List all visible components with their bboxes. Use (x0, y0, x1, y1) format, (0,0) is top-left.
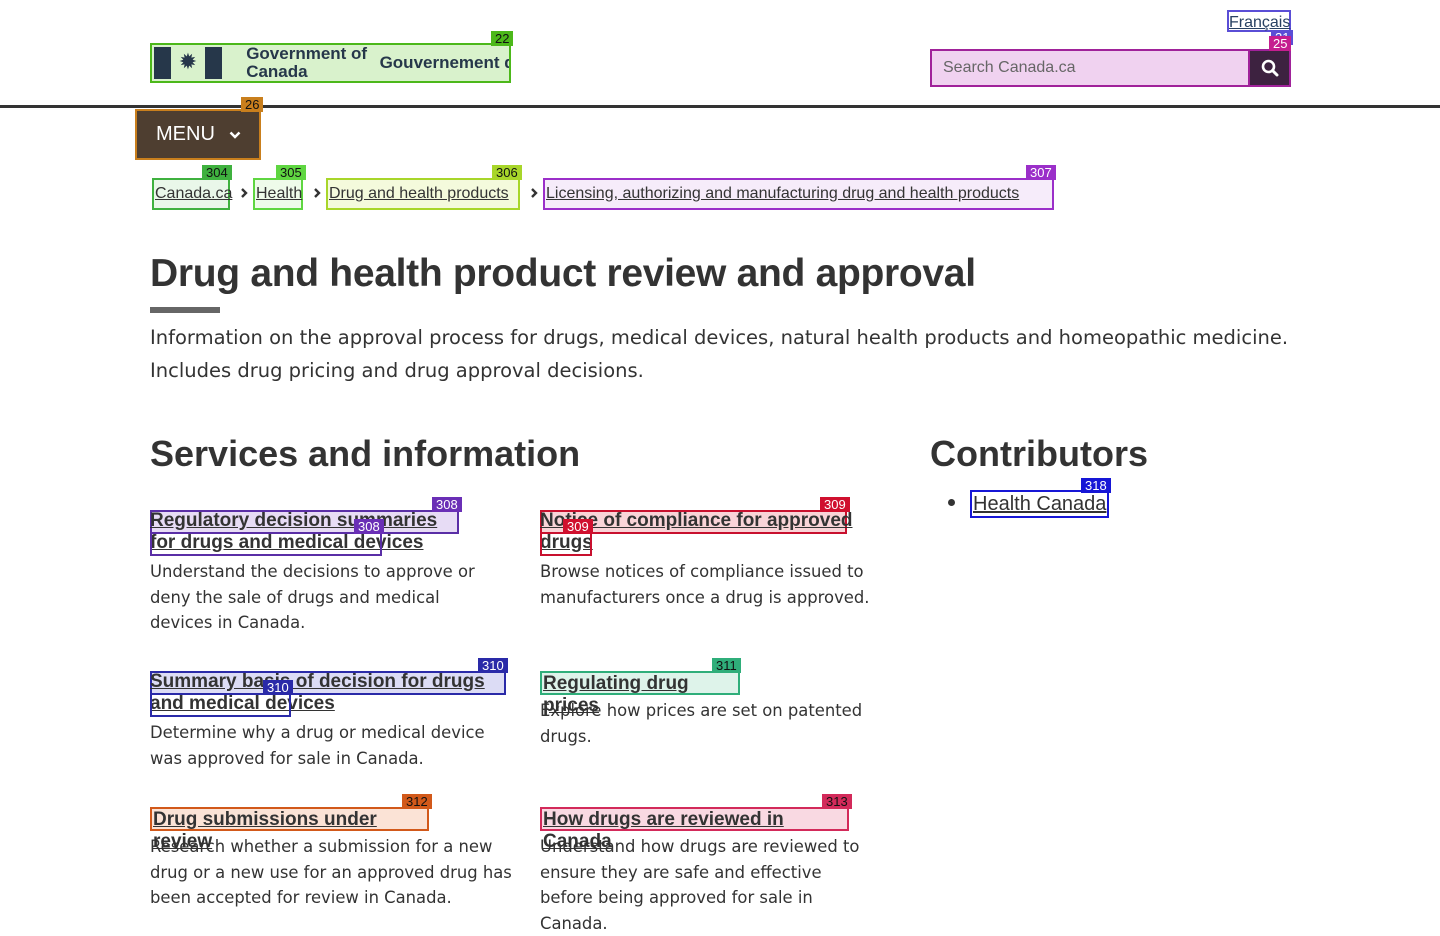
service-description: Understand the decisions to approve or d… (150, 562, 475, 632)
list-bullet (948, 499, 955, 506)
wordmark-english: Government of Canada (246, 44, 368, 81)
menu-button[interactable]: MENU (135, 109, 261, 160)
service-description: Explore how prices are set on patented d… (540, 701, 863, 746)
overlay-tag: 318 (1081, 478, 1111, 493)
wordmark-french: Gouvernement du Canada (379, 54, 509, 72)
services-heading: Services and information (150, 433, 581, 474)
overlay-tag: 308 (432, 497, 462, 512)
menu-label: MENU (156, 123, 215, 145)
overlay-tag: 307 (1026, 165, 1056, 180)
overlay-tag: 22 (491, 31, 514, 46)
breadcrumb-link[interactable]: Drug and health products (326, 178, 520, 210)
chevron-down-icon (229, 123, 241, 146)
overlay-tag: 309 (563, 519, 593, 534)
page-title: Drug and health product review and appro… (150, 252, 976, 295)
service-link[interactable]: Drug submissions under review (150, 807, 429, 852)
overlay-tag: 304 (202, 165, 232, 180)
breadcrumb-link[interactable]: Canada.ca (152, 178, 232, 210)
overlay-tag: 313 (822, 794, 852, 809)
overlay-tag: 310 (263, 680, 293, 695)
service-link-second-line (150, 532, 382, 556)
canada-flag-icon: ✹ (154, 47, 222, 79)
chevron-right-icon (314, 188, 321, 198)
site-search (930, 49, 1291, 87)
search-icon (1261, 59, 1278, 77)
service-link-second-line (150, 693, 291, 717)
page-intro: Information on the approval process for … (150, 326, 1289, 382)
breadcrumb-link[interactable]: Health (253, 178, 303, 210)
service-description: Understand how drugs are reviewed to ens… (540, 837, 860, 933)
overlay-tag: 25 (1269, 36, 1292, 51)
overlay-tag: 310 (478, 658, 508, 673)
chevron-right-icon (531, 188, 538, 198)
government-of-canada-logo[interactable]: ✹ Government of Canada Gouvernement du C… (150, 43, 511, 83)
language-toggle-link[interactable]: Français (1227, 10, 1291, 32)
breadcrumb-link[interactable]: Licensing, authorizing and manufacturing… (543, 178, 1054, 210)
chevron-right-icon (241, 188, 248, 198)
contributor-link-health-canada[interactable]: Health Canada (970, 490, 1109, 518)
title-underline (150, 307, 220, 313)
overlay-tag: 309 (820, 497, 850, 512)
search-button[interactable] (1250, 49, 1291, 87)
service-description: Research whether a submission for a new … (150, 837, 512, 907)
maple-leaf-icon: ✹ (178, 50, 198, 75)
overlay-tag: 26 (241, 97, 264, 112)
overlay-tag: 311 (712, 658, 741, 673)
overlay-tag: 308 (354, 519, 384, 534)
search-input[interactable] (930, 49, 1250, 87)
contributors-heading: Contributors (930, 433, 1148, 474)
service-link[interactable]: How drugs are reviewed in Canada (540, 807, 849, 852)
service-description: Browse notices of compliance issued to m… (540, 562, 870, 607)
overlay-tag: 306 (492, 165, 522, 180)
header-divider (0, 105, 1440, 108)
overlay-tag: 305 (276, 165, 306, 180)
service-link-second-line (540, 532, 592, 556)
overlay-tag: 312 (402, 794, 432, 809)
service-link[interactable]: Regulating drug prices (540, 671, 740, 716)
service-description: Determine why a drug or medical device w… (150, 723, 485, 768)
